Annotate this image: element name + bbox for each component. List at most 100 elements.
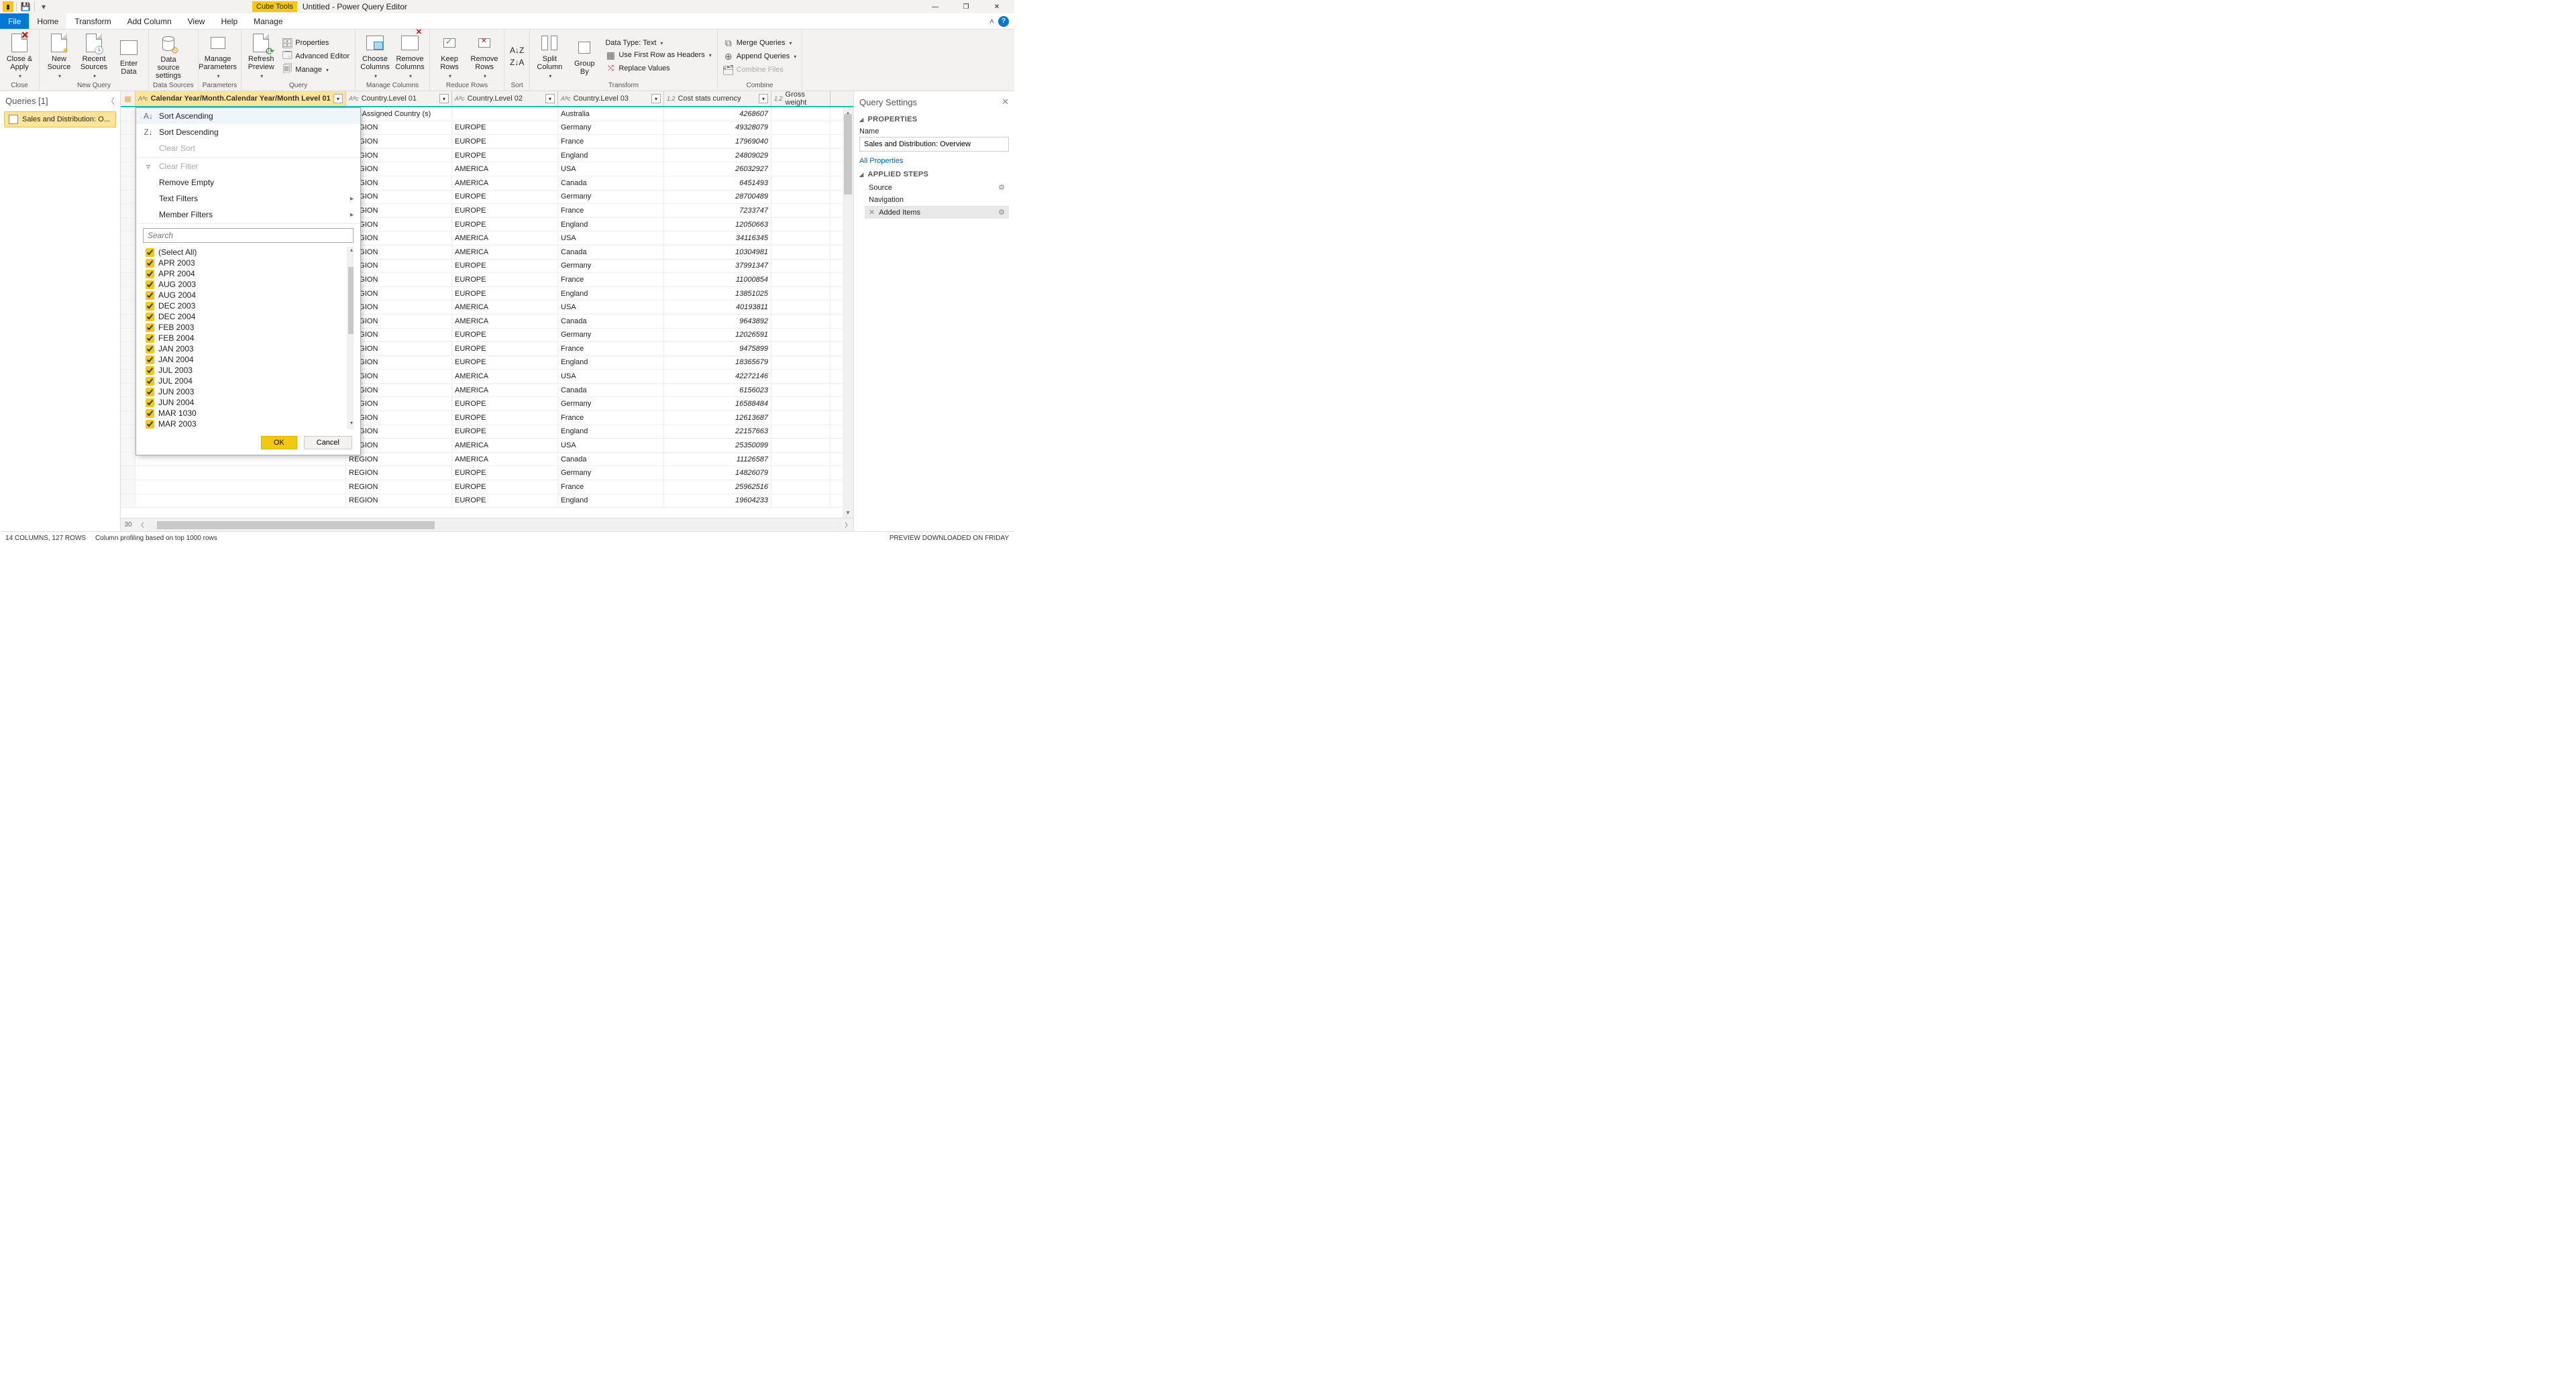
column-filter-dropdown-icon[interactable]: ▾ [545, 94, 555, 103]
filter-list-scrollbar[interactable]: ▴ ▾ [347, 247, 354, 429]
filter-checkbox[interactable] [146, 345, 154, 353]
applied-step-added-items[interactable]: ✕Added Items⚙ [865, 206, 1009, 219]
cancel-button[interactable]: Cancel [304, 436, 352, 449]
properties-button[interactable]: 🗄Properties [279, 36, 352, 50]
filter-checkbox[interactable] [146, 334, 154, 343]
text-filters-menuitem[interactable]: Text Filters [136, 190, 360, 207]
qat-save-icon[interactable]: 💾 [19, 1, 32, 13]
filter-search-input[interactable] [143, 228, 354, 243]
sort-descending-button[interactable]: Z↓A [507, 56, 527, 68]
qat-customize-icon[interactable]: ▾ [38, 1, 50, 13]
advanced-editor-button[interactable]: 🗔Advanced Editor [279, 50, 352, 63]
filter-checkbox[interactable] [146, 259, 154, 268]
tab-manage[interactable]: Manage [246, 13, 290, 29]
scrollbar-thumb[interactable] [348, 267, 354, 334]
scroll-down-icon[interactable]: ▾ [347, 420, 354, 429]
vertical-scrollbar[interactable]: ▴ ▾ [843, 107, 853, 518]
data-type-button[interactable]: Data Type: Text [602, 38, 714, 48]
column-header-gross-weight[interactable]: 1.2 Gross weight [771, 91, 830, 106]
window-restore-button[interactable]: ❐ [951, 0, 981, 13]
replace-values-button[interactable]: ⤭Replace Values [602, 62, 714, 75]
table-row[interactable]: REGIONEUROPEFrance25962516 [121, 480, 853, 494]
column-filter-dropdown-icon[interactable]: ▾ [759, 94, 768, 103]
merge-queries-button[interactable]: ⧉Merge Queries [720, 36, 800, 50]
data-source-settings-button[interactable]: ⚙ Data source settings [152, 32, 185, 81]
filter-checkbox[interactable] [146, 409, 154, 418]
all-properties-link[interactable]: All Properties [859, 157, 1009, 165]
filter-checkbox[interactable] [146, 420, 154, 429]
sort-descending-menuitem[interactable]: Z↓Sort Descending [136, 124, 360, 140]
sort-ascending-button[interactable]: A↓Z [507, 44, 527, 56]
applied-step-navigation[interactable]: Navigation [865, 194, 1009, 206]
query-list-item[interactable]: Sales and Distribution: O... [4, 111, 116, 127]
split-column-button[interactable]: Split Column [533, 31, 566, 82]
row-header-corner[interactable]: ▦ [121, 91, 136, 106]
filter-checklist-item[interactable]: JAN 2003 [143, 343, 354, 354]
filter-checkbox[interactable] [146, 291, 154, 300]
column-header-country-l3[interactable]: Aᴮc Country.Level 03 ▾ [558, 91, 664, 106]
window-close-button[interactable]: ✕ [982, 0, 1012, 13]
filter-checkbox[interactable] [146, 398, 154, 407]
filter-checkbox[interactable] [146, 270, 154, 278]
filter-checklist-item[interactable]: DEC 2003 [143, 300, 354, 311]
filter-checklist-item[interactable]: JUN 2003 [143, 386, 354, 397]
tab-home[interactable]: Home [29, 13, 66, 29]
table-row[interactable]: REGIONEUROPEEngland19604233 [121, 494, 853, 508]
filter-checkbox[interactable] [146, 377, 154, 386]
column-filter-dropdown-icon[interactable]: ▾ [439, 94, 449, 103]
filter-checklist-item[interactable]: FEB 2004 [143, 333, 354, 343]
filter-checkbox[interactable] [146, 323, 154, 332]
filter-checkbox[interactable] [146, 388, 154, 396]
remove-rows-button[interactable]: Remove Rows [468, 31, 501, 82]
window-minimize-button[interactable]: — [920, 0, 950, 13]
filter-checklist-item[interactable]: FEB 2003 [143, 322, 354, 333]
help-icon[interactable]: ? [998, 16, 1009, 27]
filter-checklist-item[interactable]: JUL 2004 [143, 376, 354, 386]
tab-transform[interactable]: Transform [66, 13, 119, 29]
filter-checkbox[interactable] [146, 366, 154, 375]
first-row-headers-button[interactable]: ▦Use First Row as Headers [602, 48, 714, 62]
filter-checklist-item[interactable]: AUG 2004 [143, 290, 354, 300]
filter-checkbox[interactable] [146, 355, 154, 364]
table-row[interactable]: REGIONEUROPEGermany14826079 [121, 466, 853, 480]
gear-icon[interactable]: ⚙ [998, 183, 1005, 192]
contextual-tab-cube-tools[interactable]: Cube Tools [252, 1, 297, 12]
filter-checklist-item[interactable]: JUL 2003 [143, 365, 354, 376]
collapse-queries-icon[interactable]: 〈 [107, 95, 115, 107]
ribbon-collapse-icon[interactable]: ˄ [989, 17, 994, 26]
scrollbar-thumb[interactable] [157, 521, 435, 529]
close-and-apply-button[interactable]: ✕ Close & Apply [3, 31, 36, 82]
refresh-preview-button[interactable]: ⟳ Refresh Preview [244, 31, 278, 82]
member-filters-menuitem[interactable]: Member Filters [136, 207, 360, 223]
filter-checklist-item[interactable]: APR 2004 [143, 268, 354, 279]
keep-rows-button[interactable]: Keep Rows [433, 31, 466, 82]
column-header-calendar[interactable]: Aᴮc Calendar Year/Month.Calendar Year/Mo… [136, 91, 346, 106]
filter-checklist-item[interactable]: JAN 2004 [143, 354, 354, 365]
scroll-down-icon[interactable]: ▾ [843, 507, 853, 518]
column-header-cost[interactable]: 1.2 Cost stats currency ▾ [664, 91, 771, 106]
column-header-country-l1[interactable]: Aᴮc Country.Level 01 ▾ [346, 91, 452, 106]
remove-empty-menuitem[interactable]: Remove Empty [136, 174, 360, 190]
filter-checklist-item[interactable]: (Select All) [143, 247, 354, 258]
scroll-up-icon[interactable]: ▴ [347, 247, 354, 256]
filter-checklist-item[interactable]: MAR 1030 [143, 408, 354, 419]
scroll-left-icon[interactable]: 〈 [136, 520, 146, 529]
scrollbar-thumb[interactable] [844, 114, 852, 195]
tab-add-column[interactable]: Add Column [119, 13, 180, 29]
filter-checklist-item[interactable]: MAR 2003 [143, 419, 354, 429]
filter-checkbox[interactable] [146, 313, 154, 321]
tab-help[interactable]: Help [213, 13, 246, 29]
filter-checklist-item[interactable]: DEC 2004 [143, 311, 354, 322]
filter-checklist-item[interactable]: APR 2003 [143, 258, 354, 268]
sort-ascending-menuitem[interactable]: A↓Sort Ascending [136, 108, 360, 124]
choose-columns-button[interactable]: Choose Columns [358, 31, 392, 82]
recent-sources-button[interactable]: 🕓 Recent Sources [77, 31, 111, 82]
column-filter-dropdown-icon[interactable]: ▾ [651, 94, 661, 103]
properties-section-header[interactable]: PROPERTIES [859, 115, 1009, 123]
manage-parameters-button[interactable]: Manage Parameters [201, 31, 235, 82]
horizontal-scrollbar[interactable]: 30 〈 〉 [121, 518, 853, 531]
filter-checklist-item[interactable]: AUG 2003 [143, 279, 354, 290]
scroll-right-icon[interactable]: 〉 [843, 520, 853, 529]
group-by-button[interactable]: Group By [568, 36, 601, 77]
filter-checkbox[interactable] [146, 248, 154, 257]
